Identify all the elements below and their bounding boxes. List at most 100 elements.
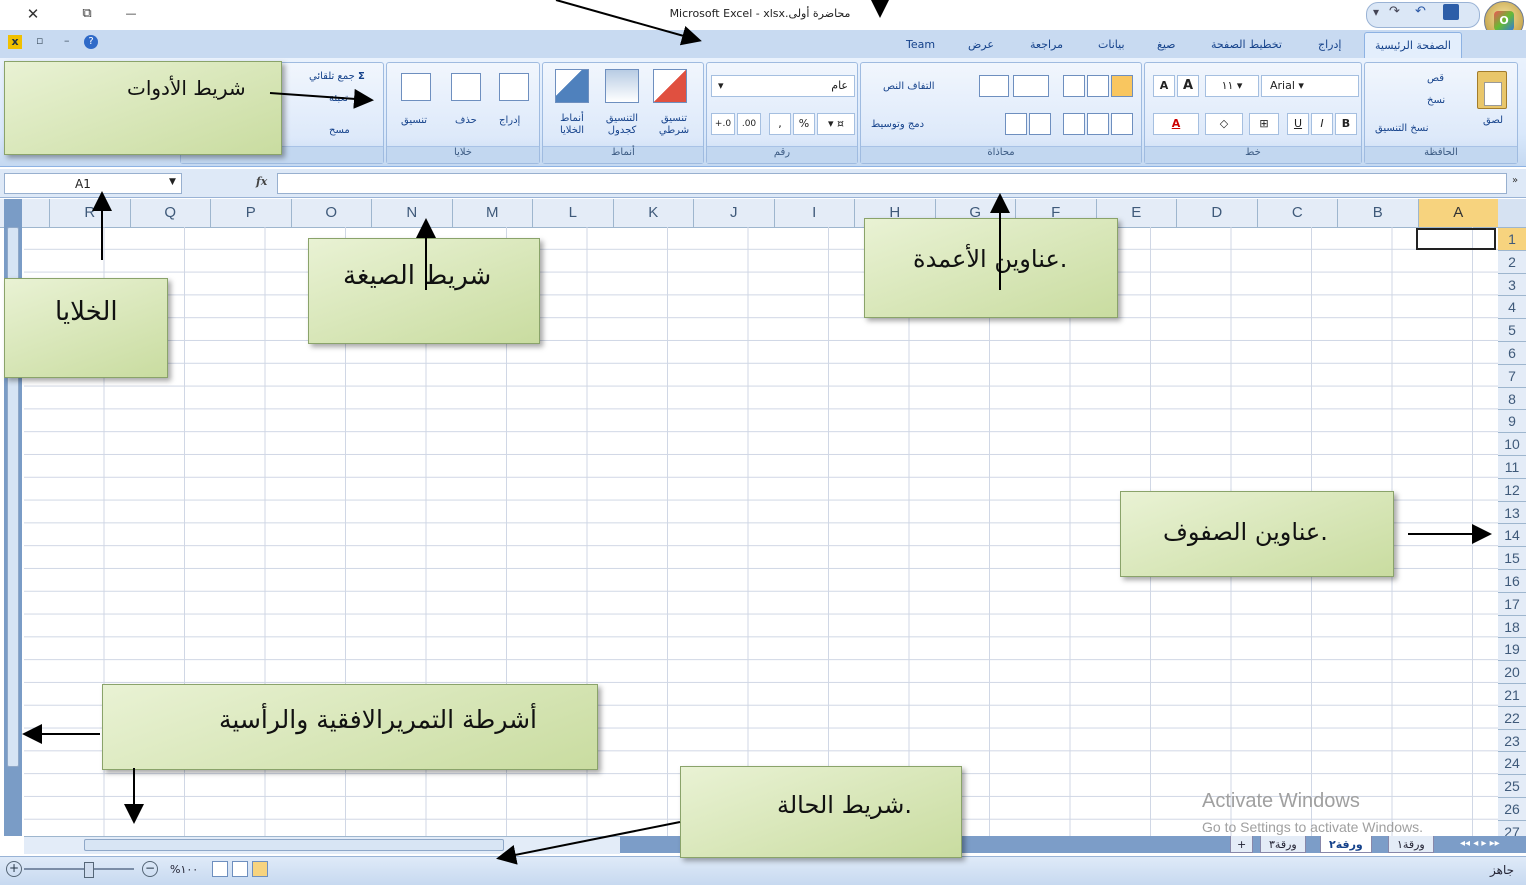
cell-styles-button[interactable]: أنماط الخلايا — [547, 113, 597, 137]
column-header-c[interactable]: C — [1256, 199, 1338, 227]
zoom-in-icon[interactable]: + — [6, 861, 22, 877]
row-header-8[interactable]: 8 — [1498, 386, 1526, 410]
undo-icon[interactable]: ↶ — [1415, 4, 1426, 19]
sheet-tab-3[interactable]: ورقة٣ — [1260, 836, 1306, 853]
row-header-14[interactable]: 14 — [1498, 523, 1526, 547]
zoom-level[interactable]: %١٠٠ — [170, 863, 198, 876]
row-header-7[interactable]: 7 — [1498, 363, 1526, 387]
workbook-minimize-icon[interactable]: – — [64, 34, 70, 47]
row-header-4[interactable]: 4 — [1498, 295, 1526, 319]
cut-button[interactable]: قص — [1427, 73, 1444, 84]
row-header-18[interactable]: 18 — [1498, 614, 1526, 638]
row-header-27[interactable]: 27 — [1498, 819, 1526, 836]
tab-formulas[interactable]: صيغ — [1157, 38, 1176, 51]
column-header-n[interactable]: N — [371, 199, 452, 227]
select-all-corner[interactable] — [1498, 199, 1526, 227]
row-header-3[interactable]: 3 — [1498, 272, 1526, 296]
underline-button[interactable]: U — [1287, 113, 1309, 135]
delete-cells-icon[interactable] — [451, 73, 481, 101]
borders-button[interactable]: ⊞ — [1249, 113, 1279, 135]
column-header-j[interactable]: J — [693, 199, 774, 227]
column-header-l[interactable]: L — [532, 199, 613, 227]
align-bottom-icon[interactable] — [1111, 75, 1133, 97]
text-direction-icon[interactable] — [979, 75, 1009, 97]
name-box[interactable]: A1 ▼ — [4, 173, 182, 194]
cell-styles-icon[interactable] — [555, 69, 589, 103]
column-header-q[interactable]: Q — [129, 199, 211, 227]
active-cell-a1[interactable] — [1416, 228, 1496, 250]
paste-icon[interactable] — [1477, 71, 1507, 109]
expand-formula-bar-icon[interactable]: » — [1512, 175, 1518, 186]
align-center-icon[interactable] — [1087, 113, 1109, 135]
align-right-icon[interactable] — [1111, 113, 1133, 135]
row-header-24[interactable]: 24 — [1498, 751, 1526, 775]
wrap-text-button[interactable]: التفاف النص — [883, 81, 935, 92]
copy-button[interactable]: نسخ — [1427, 95, 1445, 106]
increase-decimal-button[interactable]: .00 — [737, 113, 761, 135]
insert-cells-icon[interactable] — [499, 73, 529, 101]
row-header-9[interactable]: 9 — [1498, 409, 1526, 433]
tab-page-layout[interactable]: تخطيط الصفحة — [1211, 38, 1282, 51]
align-top-icon[interactable] — [1063, 75, 1085, 97]
row-header-26[interactable]: 26 — [1498, 797, 1526, 820]
row-header-23[interactable]: 23 — [1498, 728, 1526, 752]
fill-button[interactable]: تعبئة — [329, 93, 348, 104]
column-header-m[interactable]: M — [451, 199, 533, 227]
minimize-window-icon[interactable]: — — [116, 3, 146, 25]
column-header-k[interactable]: K — [612, 199, 694, 227]
align-left-icon[interactable] — [1063, 113, 1085, 135]
format-painter-button[interactable]: نسخ التنسيق — [1375, 123, 1428, 134]
format-as-table-button[interactable]: التنسيق كجدول — [597, 113, 647, 137]
conditional-formatting-button[interactable]: تنسيق شرطي — [647, 113, 701, 137]
sheet-nav-buttons[interactable]: ◂◂ ◂ ▸ ▸▸ — [1460, 838, 1500, 849]
grow-font-button[interactable]: A — [1153, 75, 1175, 97]
insert-function-icon[interactable]: fx — [256, 175, 267, 188]
row-header-21[interactable]: 21 — [1498, 683, 1526, 706]
tab-insert[interactable]: إدراج — [1318, 38, 1341, 51]
row-header-10[interactable]: 10 — [1498, 432, 1526, 455]
page-layout-view-icon[interactable] — [232, 861, 248, 877]
close-window-icon[interactable]: ✕ — [18, 3, 48, 25]
italic-button[interactable]: I — [1311, 113, 1333, 135]
row-header-25[interactable]: 25 — [1498, 774, 1526, 797]
column-header-b[interactable]: B — [1337, 199, 1418, 227]
orientation-icon[interactable] — [1013, 75, 1049, 97]
formula-input[interactable] — [277, 173, 1507, 194]
shrink-font-button[interactable]: A — [1177, 75, 1199, 97]
tab-view[interactable]: عرض — [968, 38, 994, 51]
autosum-button[interactable]: جمع تلقائي Σ — [309, 71, 365, 82]
decrease-indent-icon[interactable] — [1029, 113, 1051, 135]
font-color-button[interactable]: A — [1153, 113, 1199, 135]
row-header-2[interactable]: 2 — [1498, 249, 1526, 273]
page-break-view-icon[interactable] — [252, 861, 268, 877]
clear-button[interactable]: مسح — [329, 125, 350, 136]
align-middle-icon[interactable] — [1087, 75, 1109, 97]
decrease-decimal-button[interactable]: +.0 — [711, 113, 735, 135]
column-header-d[interactable]: D — [1176, 199, 1257, 227]
row-header-5[interactable]: 5 — [1498, 318, 1526, 341]
horizontal-scrollbar[interactable] — [24, 836, 620, 854]
percent-style-button[interactable]: % — [793, 113, 815, 135]
sheet-tab-2[interactable]: ورقة٢ — [1320, 836, 1372, 853]
restore-window-icon[interactable]: ⧉ — [72, 3, 102, 25]
tab-review[interactable]: مراجعة — [1030, 38, 1063, 51]
zoom-out-icon[interactable]: − — [142, 861, 158, 877]
row-header-1[interactable]: 1 — [1498, 227, 1526, 250]
row-header-16[interactable]: 16 — [1498, 569, 1526, 592]
insert-button[interactable]: إدراج — [499, 115, 520, 126]
tab-team[interactable]: Team — [906, 38, 935, 51]
column-header-i[interactable]: I — [773, 199, 855, 227]
format-button[interactable]: تنسيق — [401, 115, 427, 126]
delete-button[interactable]: حذف — [455, 115, 477, 126]
increase-indent-icon[interactable] — [1005, 113, 1027, 135]
row-header-6[interactable]: 6 — [1498, 341, 1526, 364]
qat-customize-icon[interactable]: ▾ — [1373, 5, 1379, 19]
workbook-close-icon[interactable]: x — [8, 35, 22, 49]
column-header-a[interactable]: A — [1417, 199, 1498, 227]
fill-color-button[interactable]: ◇ — [1205, 113, 1243, 135]
column-header-p[interactable]: P — [210, 199, 291, 227]
tab-data[interactable]: بيانات — [1098, 38, 1125, 51]
row-header-12[interactable]: 12 — [1498, 477, 1526, 501]
format-cells-icon[interactable] — [401, 73, 431, 101]
normal-view-icon[interactable] — [212, 861, 228, 877]
